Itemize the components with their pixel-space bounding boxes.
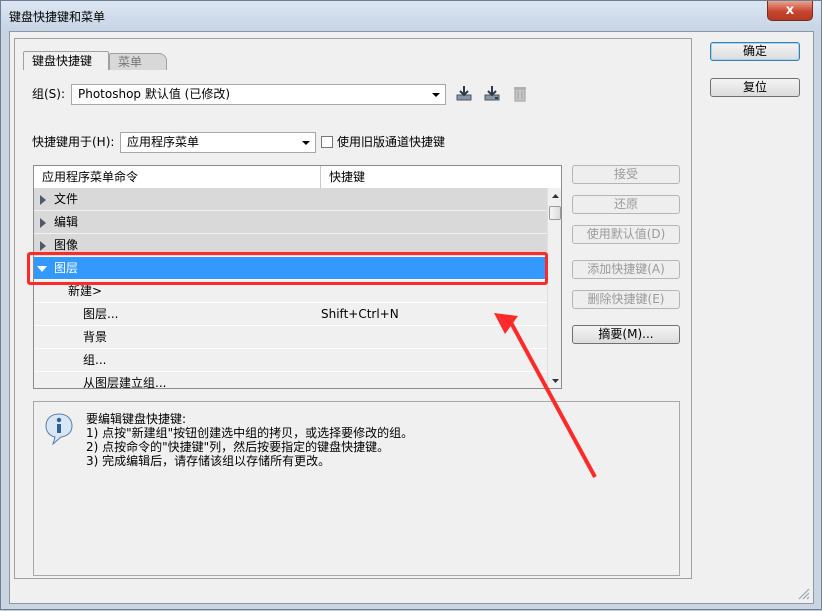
table-row[interactable]: 编辑 (34, 211, 547, 234)
table-scrollbar[interactable] (547, 188, 561, 388)
row-label: 背景 (83, 330, 108, 344)
use-default-button[interactable]: 使用默认值(D) (572, 225, 680, 244)
table-header: 应用程序菜单命令 快捷键 (34, 166, 561, 189)
window-title: 键盘快捷键和菜单 (9, 10, 106, 24)
column-header-shortcut[interactable]: 快捷键 (321, 166, 547, 188)
ok-button[interactable]: 确定 (710, 42, 800, 61)
table-row[interactable]: 图像 (34, 234, 547, 257)
shortcuts-table: 应用程序菜单命令 快捷键 文件 编辑 图像 图层 新建> 图层... Shift… (33, 165, 562, 389)
row-label: 文件 (54, 192, 79, 206)
tab-keyboard-shortcuts[interactable]: 键盘快捷键 (23, 51, 109, 70)
expand-arrow-icon[interactable] (40, 195, 46, 205)
row-label: 组... (83, 353, 107, 367)
table-row[interactable]: 组... (34, 349, 547, 372)
dropdown-arrow-icon (432, 93, 440, 97)
info-icon (44, 412, 74, 446)
table-row[interactable]: 新建> (34, 280, 547, 303)
shortcuts-for-label: 快捷键用于(H): (32, 135, 115, 149)
title-bar[interactable]: 键盘快捷键和菜单 x (1, 1, 821, 31)
set-dropdown[interactable]: Photoshop 默认值 (已修改) (71, 84, 446, 105)
row-label: 新建> (68, 284, 103, 298)
help-heading: 要编辑键盘快捷键: (86, 412, 187, 426)
row-label: 从图层建立组... (83, 376, 167, 389)
add-shortcut-button[interactable]: 添加快捷键(A) (572, 260, 680, 279)
table-row[interactable]: 从图层建立组... (34, 372, 547, 389)
legacy-channel-label: 使用旧版通道快捷键 (337, 135, 446, 149)
expand-arrow-icon[interactable] (40, 241, 46, 251)
expand-arrow-icon[interactable] (40, 218, 46, 228)
scroll-thumb[interactable] (549, 206, 561, 220)
tab-menus[interactable]: 菜单 (109, 53, 167, 70)
row-label: 图像 (54, 238, 79, 252)
table-row[interactable]: 图层... Shift+Ctrl+N (34, 303, 547, 326)
help-panel: 要编辑键盘快捷键: 1) 点按"新建组"按钮创建选中组的拷贝，或选择要修改的组。… (33, 401, 680, 576)
column-header-command[interactable]: 应用程序菜单命令 (34, 166, 320, 188)
help-line-1: 1) 点按"新建组"按钮创建选中组的拷贝，或选择要修改的组。 (86, 426, 414, 440)
row-shortcut[interactable]: Shift+Ctrl+N (321, 303, 399, 326)
scroll-down-button[interactable] (548, 372, 561, 388)
row-label: 编辑 (54, 215, 79, 229)
accept-button[interactable]: 接受 (572, 165, 680, 184)
close-button[interactable]: x (767, 1, 813, 21)
shortcuts-for-dropdown[interactable]: 应用程序菜单 (120, 132, 316, 153)
set-label: 组(S): (32, 87, 66, 101)
set-dropdown-value: Photoshop 默认值 (已修改) (78, 87, 231, 101)
undo-button[interactable]: 还原 (572, 195, 680, 214)
table-row[interactable]: 背景 (34, 326, 547, 349)
dialog-window: 键盘快捷键和菜单 x 键盘快捷键 菜单 组(S): Photoshop 默认值 … (0, 0, 822, 610)
dropdown-arrow-icon (302, 141, 310, 145)
table-row-selected[interactable]: 图层 (34, 257, 547, 280)
collapse-arrow-icon[interactable] (37, 266, 47, 272)
row-label: 图层... (83, 307, 119, 321)
reset-button[interactable]: 复位 (710, 78, 800, 97)
help-line-3: 3) 完成编辑后，请存储该组以存储所有更改。 (86, 454, 331, 468)
help-line-2: 2) 点按命令的"快捷键"列，然后按要指定的键盘快捷键。 (86, 440, 390, 454)
resize-grip-icon[interactable] (796, 586, 810, 600)
scroll-up-button[interactable] (548, 188, 561, 205)
save-as-set-icon[interactable] (483, 84, 501, 102)
table-row[interactable]: 文件 (34, 188, 547, 211)
save-set-icon[interactable] (455, 84, 473, 102)
summarize-button[interactable]: 摘要(M)... (572, 325, 680, 344)
legacy-channel-checkbox[interactable] (321, 136, 333, 148)
delete-shortcut-button[interactable]: 删除快捷键(E) (572, 290, 680, 309)
delete-set-icon[interactable] (512, 85, 530, 103)
row-label: 图层 (54, 261, 79, 275)
close-icon: x (785, 3, 795, 18)
shortcuts-for-value: 应用程序菜单 (127, 135, 200, 149)
